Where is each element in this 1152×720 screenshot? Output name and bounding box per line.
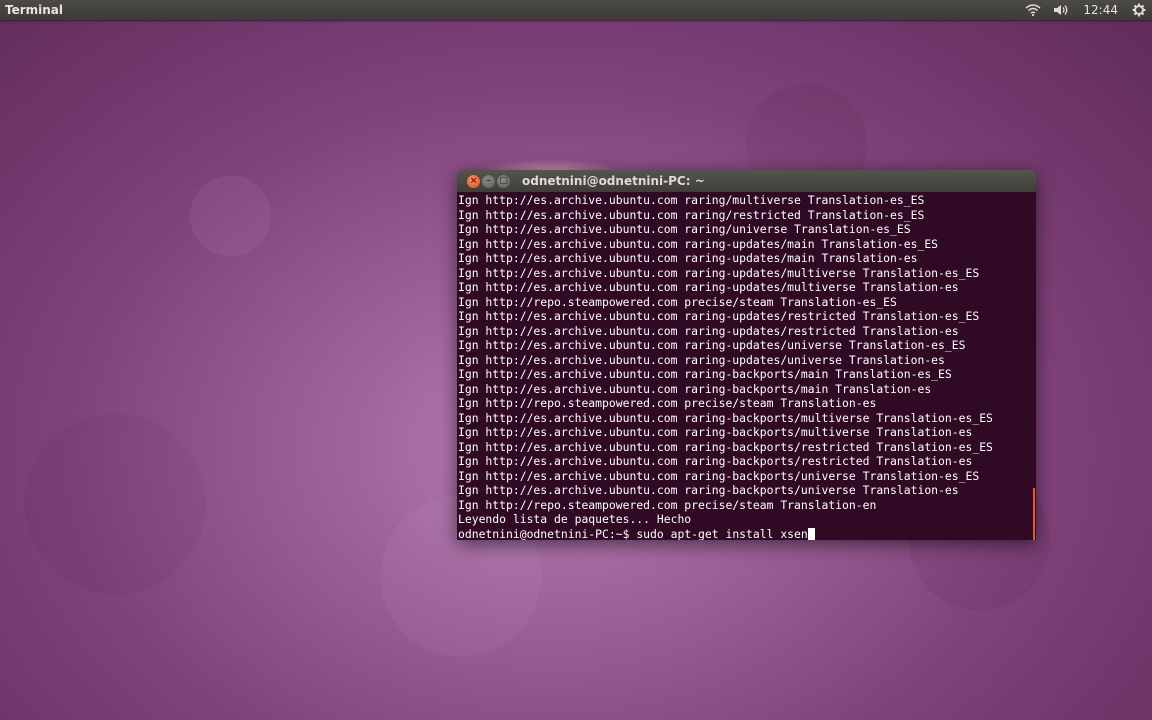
- output-line: Ign http://es.archive.ubuntu.com raring-…: [458, 323, 959, 338]
- clock[interactable]: 12:44: [1075, 3, 1126, 17]
- output-line: Ign http://repo.steampowered.com precise…: [458, 294, 897, 309]
- output-line: Ign http://es.archive.ubuntu.com raring-…: [458, 280, 959, 294]
- output-line: Ign http://es.archive.ubuntu.com raring-…: [458, 468, 980, 483]
- output-line: Ign http://es.archive.ubuntu.com raring/…: [458, 207, 925, 222]
- output-line: Ign http://es.archive.ubuntu.com raring-…: [458, 236, 939, 251]
- output-line: Ign http://repo.steampowered.com precise…: [458, 497, 877, 512]
- output-line: Ign http://es.archive.ubuntu.com raring-…: [458, 367, 952, 381]
- close-button[interactable]: ×: [467, 174, 480, 188]
- terminal-window[interactable]: × – □ odnetnini@odnetnini-PC: ~ Ign http…: [457, 170, 1036, 540]
- output-line: Ign http://es.archive.ubuntu.com raring-…: [458, 483, 959, 497]
- output-line: Ign http://es.archive.ubuntu.com raring-…: [458, 352, 945, 367]
- maximize-button[interactable]: □: [497, 174, 510, 188]
- output-line: Ign http://es.archive.ubuntu.com raring-…: [458, 309, 980, 323]
- output-line: Ign http://es.archive.ubuntu.com raring-…: [458, 338, 966, 352]
- gear-icon[interactable]: [1126, 0, 1152, 20]
- command-line[interactable]: odnetnini@odnetnini-PC:~$ sudo apt-get i…: [458, 526, 1036, 541]
- text-cursor: [807, 527, 815, 540]
- output-line: Ign http://es.archive.ubuntu.com raring/…: [458, 222, 911, 236]
- output-line: Ign http://es.archive.ubuntu.com raring-…: [458, 265, 980, 280]
- minimize-button[interactable]: –: [482, 174, 495, 188]
- volume-icon[interactable]: [1047, 0, 1075, 20]
- output-line: Leyendo lista de paquetes... Hecho: [458, 512, 692, 526]
- wifi-icon[interactable]: [1019, 0, 1047, 20]
- terminal-output[interactable]: Ign http://es.archive.ubuntu.com raring/…: [457, 192, 1036, 540]
- active-app-title: Terminal: [5, 3, 64, 17]
- output-line: Ign http://es.archive.ubuntu.com raring-…: [458, 454, 973, 468]
- command-input[interactable]: sudo apt-get install xsen: [636, 527, 807, 541]
- terminal-titlebar[interactable]: × – □ odnetnini@odnetnini-PC: ~: [457, 170, 1036, 192]
- output-line: Ign http://es.archive.ubuntu.com raring-…: [458, 425, 973, 439]
- window-title: odnetnini@odnetnini-PC: ~: [522, 174, 705, 188]
- window-controls: × – □: [457, 174, 510, 188]
- output-line: Ign http://es.archive.ubuntu.com raring-…: [458, 381, 932, 396]
- scroll-indicator[interactable]: [1033, 488, 1035, 540]
- output-line: Ign http://es.archive.ubuntu.com raring-…: [458, 251, 918, 265]
- output-line: Ign http://es.archive.ubuntu.com raring/…: [458, 193, 925, 207]
- output-line: Ign http://es.archive.ubuntu.com raring-…: [458, 410, 993, 425]
- output-line: Ign http://repo.steampowered.com precise…: [458, 396, 877, 410]
- indicator-area: 12:44: [1019, 0, 1152, 20]
- shell-prompt: odnetnini@odnetnini-PC:~$: [458, 526, 637, 541]
- top-panel: Terminal 12:44: [0, 0, 1152, 20]
- output-line: Ign http://es.archive.ubuntu.com raring-…: [458, 439, 993, 454]
